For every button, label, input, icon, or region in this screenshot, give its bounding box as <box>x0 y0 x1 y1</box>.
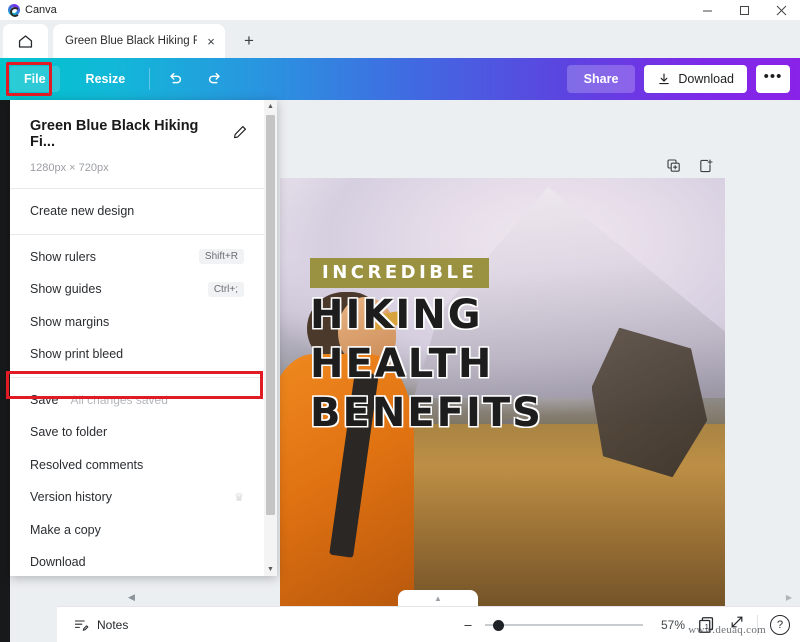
design-banner-text: INCREDIBLE <box>310 258 490 288</box>
home-icon[interactable] <box>3 24 48 58</box>
canva-editor-window: Canva Green Blue Black Hiking Fitn × + <box>0 0 800 642</box>
download-label: Download <box>678 72 734 86</box>
menu-item-save[interactable]: Save All changes saved <box>10 384 264 417</box>
download-button[interactable]: Download <box>644 65 747 93</box>
resize-button[interactable]: Resize <box>80 72 132 86</box>
menu-item-make-a-copy[interactable]: Make a copy <box>10 514 264 547</box>
design-title: Green Blue Black Hiking Fi... <box>30 118 199 150</box>
menu-item-label: Download <box>30 555 86 570</box>
zoom-out-button[interactable]: – <box>463 617 473 632</box>
browser-tab[interactable]: Green Blue Black Hiking Fitn × <box>53 24 225 58</box>
menu-item-label: Show margins <box>30 314 110 329</box>
menu-item-download[interactable]: Download <box>10 546 264 579</box>
left-sidebar-rail <box>0 100 10 600</box>
maximize-button[interactable] <box>726 0 763 20</box>
notes-label: Notes <box>97 617 129 632</box>
pencil-icon[interactable] <box>232 124 248 145</box>
design-dimensions: 1280px × 720px <box>30 162 109 174</box>
menu-item-show-rulers[interactable]: Show rulers Shift+R <box>10 241 264 274</box>
menu-item-label: Show print bleed <box>30 347 124 362</box>
canva-logo-icon <box>8 4 20 17</box>
window-titlebar: Canva <box>0 0 800 20</box>
menu-group-file-actions: Save All changes saved Save to folder Re… <box>10 378 264 585</box>
menu-item-show-print-bleed[interactable]: Show print bleed <box>10 338 264 371</box>
app-name: Canva <box>25 4 57 16</box>
menu-item-label: Save <box>30 392 59 407</box>
duplicate-page-icon[interactable] <box>666 158 682 174</box>
more-options-button[interactable]: ••• <box>756 65 790 93</box>
menu-item-shortcut: Shift+R <box>198 249 244 265</box>
scrollbar-thumb[interactable] <box>266 115 275 515</box>
menu-item-create-new-design[interactable]: Create new design <box>10 195 264 228</box>
menu-item-shortcut: Ctrl+; <box>207 281 244 297</box>
file-menu-button[interactable]: File <box>10 66 60 92</box>
design-headline-1: HIKING <box>310 292 483 338</box>
menu-item-version-history[interactable]: Version history ♛ <box>10 481 264 514</box>
menu-item-label: Make a copy <box>30 522 101 537</box>
file-menu-header: Green Blue Black Hiking Fi... 1280px × 7… <box>10 100 264 188</box>
menu-scrollbar[interactable]: ▲ ▼ <box>264 100 277 576</box>
watermark-text: www.deuaq.com <box>688 624 766 636</box>
toolbar-right-actions: Share Download ••• <box>566 65 800 93</box>
zoom-value: 57% <box>660 617 685 632</box>
menu-item-label: Show guides <box>30 282 102 297</box>
notes-icon <box>74 619 89 631</box>
crown-icon: ♛ <box>234 491 244 504</box>
menu-item-save-to-folder[interactable]: Save to folder <box>10 416 264 449</box>
menu-item-label: Show rulers <box>30 249 96 264</box>
canva-toolbar: File Resize Share Download ••• <box>0 58 800 100</box>
menu-item-resolved-comments[interactable]: Resolved comments <box>10 449 264 482</box>
menu-item-label: Create new design <box>30 204 135 219</box>
redo-icon[interactable] <box>200 66 230 92</box>
collapse-panel-arrow-icon[interactable]: ◀ <box>128 592 135 603</box>
tab-title: Green Blue Black Hiking Fitn <box>65 35 197 47</box>
new-tab-button[interactable]: + <box>235 27 263 55</box>
zoom-slider-knob[interactable] <box>493 619 504 631</box>
page-sheet-tab[interactable]: ▲ <box>398 590 478 606</box>
window-controls <box>689 0 800 20</box>
menu-group-create: Create new design <box>10 189 264 234</box>
share-button[interactable]: Share <box>566 65 636 93</box>
menu-item-label: Resolved comments <box>30 457 144 472</box>
scroll-down-arrow-icon[interactable]: ▼ <box>264 563 277 576</box>
notes-button[interactable]: Notes <box>57 617 128 633</box>
menu-item-label: Version history <box>30 490 112 505</box>
panel-expand-arrow-icon[interactable]: ▶ <box>786 593 792 602</box>
help-button[interactable]: ? <box>770 614 790 635</box>
design-headline-2: HEALTH <box>310 341 494 388</box>
file-dropdown-menu: Green Blue Black Hiking Fi... 1280px × 7… <box>10 100 277 576</box>
file-menu-content: Green Blue Black Hiking Fi... 1280px × 7… <box>10 100 264 576</box>
app-brand: Canva <box>0 4 57 17</box>
toolbar-divider <box>149 68 151 90</box>
zoom-slider[interactable] <box>485 618 643 632</box>
add-page-icon[interactable] <box>698 158 714 174</box>
design-canvas[interactable]: INCREDIBLE HIKING HEALTH BENEFITS <box>280 178 725 618</box>
design-headline-3: BENEFITS <box>310 390 543 437</box>
minimize-button[interactable] <box>689 0 726 20</box>
menu-item-show-guides[interactable]: Show guides Ctrl+; <box>10 273 264 306</box>
zoom-slider-track <box>485 623 643 626</box>
undo-icon[interactable] <box>160 66 190 92</box>
close-icon[interactable]: × <box>203 33 219 49</box>
page-tools <box>666 158 714 174</box>
close-button[interactable] <box>763 0 800 20</box>
design-text-block: INCREDIBLE HIKING HEALTH BENEFITS <box>310 258 719 436</box>
download-icon <box>659 73 670 85</box>
menu-item-label: Save to folder <box>30 425 108 440</box>
menu-group-view: Show rulers Shift+R Show guides Ctrl+; S… <box>10 235 264 377</box>
browser-tabstrip: Green Blue Black Hiking Fitn × + <box>0 20 800 58</box>
scroll-up-arrow-icon[interactable]: ▲ <box>264 100 277 113</box>
menu-item-show-margins[interactable]: Show margins <box>10 306 264 339</box>
save-status-text: All changes saved <box>70 392 168 407</box>
